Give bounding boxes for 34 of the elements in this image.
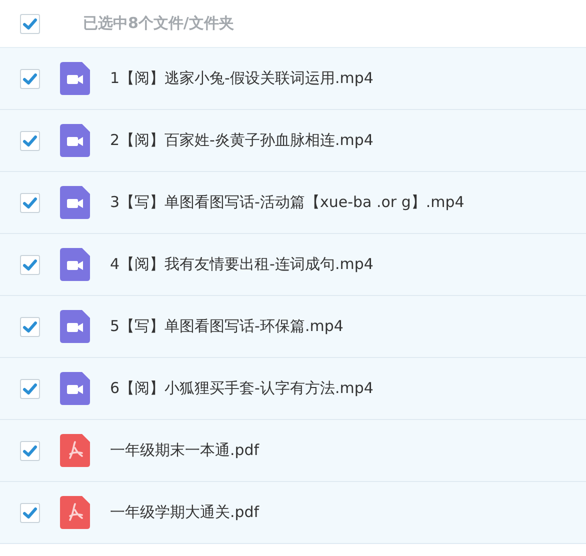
checkbox[interactable] [20, 502, 40, 522]
checkbox[interactable] [20, 440, 40, 460]
video-file-icon [60, 62, 90, 95]
file-name: 1【阅】逃家小兔-假设关联词运用.mp4 [110, 69, 374, 88]
video-file-icon [60, 248, 90, 281]
checkbox[interactable] [20, 378, 40, 398]
checkbox[interactable] [20, 130, 40, 150]
file-row[interactable]: 1【阅】逃家小兔-假设关联词运用.mp4 [0, 48, 586, 110]
file-name: 一年级期末一本通.pdf [110, 441, 260, 460]
video-file-icon [60, 372, 90, 405]
file-row[interactable]: 4【阅】我有友情要出租-连词成句.mp4 [0, 234, 586, 296]
checkbox[interactable] [20, 316, 40, 336]
file-row[interactable]: 2【阅】百家姓-炎黄子孙血脉相连.mp4 [0, 110, 586, 172]
file-row[interactable]: 3【写】单图看图写话-活动篇【xue-ba .or g】.mp4 [0, 172, 586, 234]
pdf-file-icon [60, 434, 90, 467]
file-name: 4【阅】我有友情要出租-连词成句.mp4 [110, 255, 374, 274]
file-row[interactable]: 6【阅】小狐狸买手套-认字有方法.mp4 [0, 358, 586, 420]
pdf-file-icon [60, 496, 90, 529]
video-file-icon [60, 124, 90, 157]
video-file-icon [60, 310, 90, 343]
video-file-icon [60, 186, 90, 219]
file-name: 3【写】单图看图写话-活动篇【xue-ba .or g】.mp4 [110, 193, 464, 212]
file-row[interactable]: 一年级期末一本通.pdf [0, 420, 586, 482]
checkbox[interactable] [20, 192, 40, 212]
file-name: 6【阅】小狐狸买手套-认字有方法.mp4 [110, 379, 374, 398]
selection-count: 已选中8个文件/文件夹 [83, 14, 234, 33]
file-row[interactable]: 5【写】单图看图写话-环保篇.mp4 [0, 296, 586, 358]
file-row[interactable]: 一年级学期大通关.pdf [0, 482, 586, 544]
file-name: 5【写】单图看图写话-环保篇.mp4 [110, 317, 344, 336]
checkbox[interactable] [20, 14, 40, 34]
file-name: 一年级学期大通关.pdf [110, 503, 260, 522]
checkbox[interactable] [20, 254, 40, 274]
file-name: 2【阅】百家姓-炎黄子孙血脉相连.mp4 [110, 131, 374, 150]
checkbox[interactable] [20, 68, 40, 88]
